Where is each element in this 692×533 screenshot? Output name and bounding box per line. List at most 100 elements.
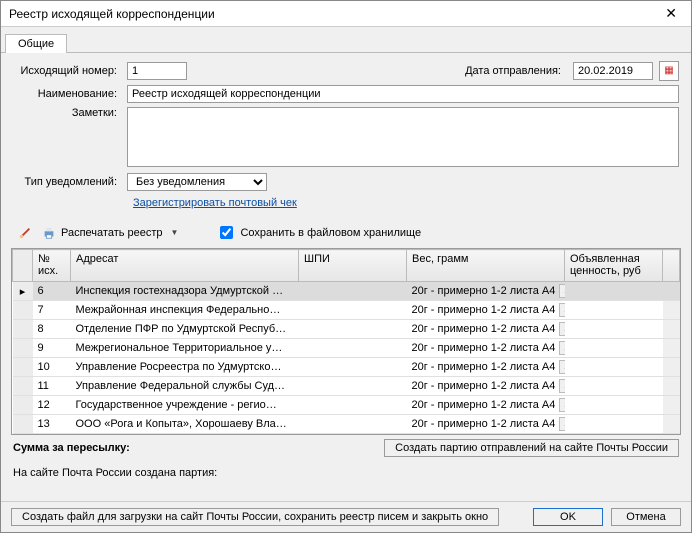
- delete-row-icon[interactable]: [17, 225, 33, 241]
- name-label: Наименование:: [13, 88, 121, 100]
- calendar-icon[interactable]: ▦: [659, 61, 679, 81]
- cell-num[interactable]: 12: [33, 396, 71, 415]
- register-postal-check-link[interactable]: Зарегистрировать почтовый чек: [133, 197, 297, 209]
- grid-scroll-gutter: [663, 377, 680, 396]
- row-indicator: [13, 396, 33, 415]
- cell-addressee[interactable]: Межрайонная инспекция Федерально…: [71, 301, 299, 320]
- chevron-down-icon[interactable]: ⌄: [559, 398, 564, 412]
- outgoing-number-input[interactable]: [127, 62, 187, 80]
- store-checkbox[interactable]: Сохранить в файловом хранилище: [216, 223, 421, 242]
- cell-shpi[interactable]: [299, 377, 407, 396]
- print-dropdown-icon[interactable]: ▼: [171, 228, 179, 237]
- row-indicator: [13, 377, 33, 396]
- cell-declared-value[interactable]: [565, 320, 663, 339]
- cell-num[interactable]: 13: [33, 415, 71, 434]
- cell-weight[interactable]: 20г - примерно 1-2 листа A4⌄: [407, 320, 565, 339]
- cell-shpi[interactable]: [299, 339, 407, 358]
- cell-declared-value[interactable]: [565, 358, 663, 377]
- weight-text: 20г - примерно 1-2 листа A4: [412, 361, 556, 373]
- cell-shpi[interactable]: [299, 358, 407, 377]
- cell-weight[interactable]: 20г - примерно 1-2 листа A4⌄: [407, 358, 565, 377]
- cell-addressee[interactable]: Государственное учреждение - регио…: [71, 396, 299, 415]
- table-row[interactable]: 9Межрегиональное Территориальное у… 20г -…: [13, 339, 680, 358]
- cell-num[interactable]: 10: [33, 358, 71, 377]
- cell-shpi[interactable]: [299, 415, 407, 434]
- cell-weight[interactable]: 20г - примерно 1-2 листа A4⌄: [407, 377, 565, 396]
- row-indicator: ▸: [13, 282, 33, 301]
- grid-scroll-gutter: [663, 415, 680, 434]
- cell-addressee[interactable]: Отделение ПФР по Удмуртской Респуб…: [71, 320, 299, 339]
- cell-num[interactable]: 11: [33, 377, 71, 396]
- tab-general[interactable]: Общие: [5, 34, 67, 53]
- send-date-input[interactable]: [573, 62, 653, 80]
- grid-scroll-gutter: [663, 396, 680, 415]
- weight-text: 20г - примерно 1-2 листа A4: [412, 418, 556, 430]
- table-row[interactable]: 13ООО «Рога и Копыта», Хорошаеву Вла… 20г…: [13, 415, 680, 434]
- cell-weight[interactable]: 20г - примерно 1-2 листа A4⌄: [407, 339, 565, 358]
- cell-num[interactable]: 8: [33, 320, 71, 339]
- cell-addressee[interactable]: Инспекция гостехнадзора Удмуртской …: [71, 282, 299, 301]
- table-row[interactable]: ▸6Инспекция гостехнадзора Удмуртской … 20…: [13, 282, 680, 301]
- cell-shpi[interactable]: [299, 282, 407, 301]
- cell-weight[interactable]: 20г - примерно 1-2 листа A4⌄: [407, 301, 565, 320]
- table-row[interactable]: 11Управление Федеральной службы Суд… 20г …: [13, 377, 680, 396]
- printer-icon: [41, 225, 57, 241]
- form-area: Исходящий номер: Дата отправления: ▦ Наи…: [1, 52, 691, 217]
- create-file-button[interactable]: Создать файл для загрузки на сайт Почты …: [11, 508, 499, 526]
- cell-shpi[interactable]: [299, 301, 407, 320]
- cell-declared-value[interactable]: [565, 396, 663, 415]
- chevron-down-icon[interactable]: ⌄: [559, 379, 564, 393]
- notes-textarea[interactable]: [127, 107, 679, 167]
- cell-num[interactable]: 9: [33, 339, 71, 358]
- cell-addressee[interactable]: Управление Федеральной службы Суд…: [71, 377, 299, 396]
- grid-header-declared-value[interactable]: Объявленная ценность, руб: [565, 250, 663, 282]
- cell-weight[interactable]: 20г - примерно 1-2 листа A4⌄: [407, 415, 565, 434]
- close-icon[interactable]: ✕: [659, 5, 683, 22]
- cell-declared-value[interactable]: [565, 415, 663, 434]
- table-row[interactable]: 8Отделение ПФР по Удмуртской Респуб… 20г …: [13, 320, 680, 339]
- cell-num[interactable]: 6: [33, 282, 71, 301]
- chevron-down-icon[interactable]: ⌄: [559, 284, 564, 298]
- chevron-down-icon[interactable]: ⌄: [559, 341, 564, 355]
- cell-declared-value[interactable]: [565, 301, 663, 320]
- cell-addressee[interactable]: Межрегиональное Территориальное у…: [71, 339, 299, 358]
- notes-label: Заметки:: [13, 107, 121, 119]
- print-registry-button[interactable]: Распечатать реестр: [41, 225, 163, 241]
- cell-declared-value[interactable]: [565, 377, 663, 396]
- cell-declared-value[interactable]: [565, 282, 663, 301]
- cell-weight[interactable]: 20г - примерно 1-2 листа A4⌄: [407, 396, 565, 415]
- cancel-button[interactable]: Отмена: [611, 508, 681, 526]
- row-indicator: [13, 358, 33, 377]
- grid-scroll-gutter: [663, 282, 680, 301]
- table-row[interactable]: 7Межрайонная инспекция Федерально… 20г - …: [13, 301, 680, 320]
- table-row[interactable]: 10Управление Росреестра по Удмуртско… 20г…: [13, 358, 680, 377]
- chevron-down-icon[interactable]: ⌄: [559, 303, 564, 317]
- cell-num[interactable]: 7: [33, 301, 71, 320]
- weight-text: 20г - примерно 1-2 листа A4: [412, 342, 556, 354]
- grid-header-addressee[interactable]: Адресат: [71, 250, 299, 282]
- sum-label: Сумма за пересылку:: [13, 442, 130, 454]
- cell-addressee[interactable]: ООО «Рога и Копыта», Хорошаеву Вла…: [71, 415, 299, 434]
- cell-addressee[interactable]: Управление Росреестра по Удмуртско…: [71, 358, 299, 377]
- create-batch-button[interactable]: Создать партию отправлений на сайте Почт…: [384, 439, 679, 457]
- name-input[interactable]: [127, 85, 679, 103]
- ok-button[interactable]: OK: [533, 508, 603, 526]
- weight-text: 20г - примерно 1-2 листа A4: [412, 380, 556, 392]
- grid-header-weight[interactable]: Вес, грамм: [407, 250, 565, 282]
- notification-type-select[interactable]: Без уведомления: [127, 173, 267, 191]
- weight-text: 20г - примерно 1-2 листа A4: [412, 399, 556, 411]
- chevron-down-icon[interactable]: ⌄: [559, 322, 564, 336]
- cell-shpi[interactable]: [299, 396, 407, 415]
- row-indicator: [13, 339, 33, 358]
- grid-header-shpi[interactable]: ШПИ: [299, 250, 407, 282]
- cell-declared-value[interactable]: [565, 339, 663, 358]
- cell-weight[interactable]: 20г - примерно 1-2 листа A4⌄: [407, 282, 565, 301]
- chevron-down-icon[interactable]: ⌄: [559, 360, 564, 374]
- weight-text: 20г - примерно 1-2 листа A4: [412, 323, 556, 335]
- chevron-down-icon[interactable]: ⌄: [559, 417, 564, 431]
- table-row[interactable]: 12Государственное учреждение - регио… 20г…: [13, 396, 680, 415]
- cell-shpi[interactable]: [299, 320, 407, 339]
- grid-header-num[interactable]: № исх.: [33, 250, 71, 282]
- dialog-window: Реестр исходящей корреспонденции ✕ Общие…: [0, 0, 692, 533]
- store-checkbox-input[interactable]: [220, 226, 233, 239]
